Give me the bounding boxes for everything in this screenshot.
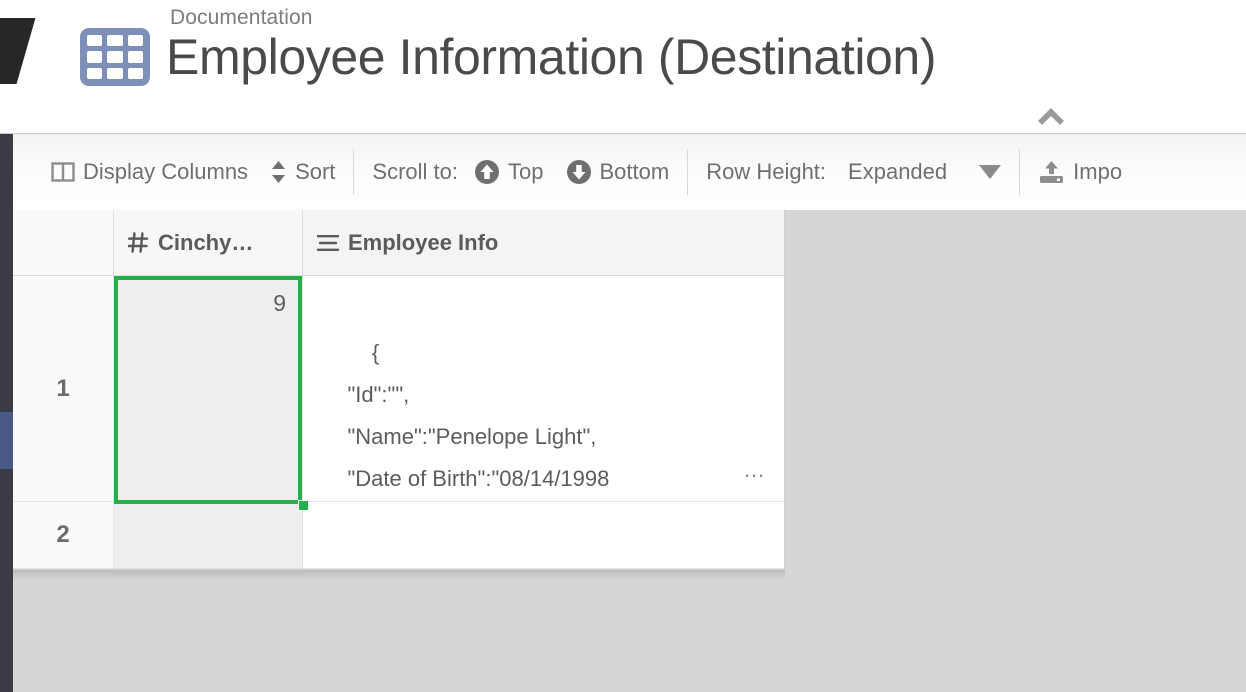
grid-toolbar: Display Columns Sort Scroll to: Top Bott… [13,134,1246,210]
left-sidebar-rail[interactable] [0,134,13,692]
toolbar-divider-3 [1019,149,1021,195]
sort-updown-icon [270,160,287,184]
import-button[interactable]: Impo [1038,159,1122,185]
sort-button[interactable]: Sort [270,159,335,185]
sidebar-active-item[interactable] [0,412,13,469]
grid-header-cinchy-id[interactable]: Cinchy… [114,210,303,275]
breadcrumb[interactable]: Documentation [170,6,313,30]
scroll-to-label: Scroll to: [372,159,459,184]
display-columns-label: Display Columns [83,159,249,184]
scroll-bottom-button[interactable]: Bottom [566,159,670,185]
chevron-down-icon [979,165,1002,179]
row-height-label: Row Height: [706,159,827,184]
text-lines-icon [317,234,339,252]
grid-header-cinchy-id-label: Cinchy… [158,229,254,255]
data-grid: Cinchy… Employee Info 1 9 { "Id":"", "Na… [13,210,785,570]
grid-header-employee-info[interactable]: Employee Info [303,210,784,275]
page-title: Employee Information (Destination) [166,29,937,85]
app-logo-icon[interactable] [0,18,36,84]
row-height-select[interactable]: Expanded [848,159,1002,185]
cell-employee-info[interactable] [303,502,784,569]
upload-icon [1038,159,1065,185]
columns-icon [51,161,75,183]
row-number: 2 [13,502,114,569]
row-number: 1 [13,276,114,502]
grid-bottom-shadow [13,570,785,580]
chevron-up-icon[interactable] [1035,104,1067,126]
scroll-top-button[interactable]: Top [474,159,544,185]
cell-employee-info-text: { "Id":"", "Name":"Penelope Light", "Dat… [347,340,610,491]
app-root: Documentation Employee Information (Dest… [0,0,1246,692]
hash-icon [128,232,149,253]
row-height-value: Expanded [848,159,948,184]
cell-employee-info[interactable]: { "Id":"", "Name":"Penelope Light", "Dat… [303,276,784,502]
cell-overflow-indicator[interactable]: … [743,449,767,491]
sort-label: Sort [295,159,336,184]
table-icon [80,28,150,86]
display-columns-button[interactable]: Display Columns [51,159,248,185]
grid-header-row: Cinchy… Employee Info [13,210,784,276]
grid-header-corner [13,210,114,275]
arrow-up-circle-icon [474,159,500,185]
arrow-down-circle-icon [566,159,592,185]
cell-cinchy-id[interactable]: 9 [114,276,303,502]
cell-cinchy-id[interactable] [114,502,303,569]
toolbar-divider-2 [687,149,689,195]
import-label: Impo [1073,159,1123,184]
page-header: Documentation Employee Information (Dest… [0,0,1246,134]
table-row: 2 [13,502,784,569]
scroll-top-label: Top [508,159,544,184]
fill-handle[interactable] [298,500,309,511]
grid-header-employee-info-label: Employee Info [348,229,499,255]
table-row: 1 9 { "Id":"", "Name":"Penelope Light", … [13,276,784,502]
toolbar-divider-1 [353,149,355,195]
scroll-bottom-label: Bottom [599,159,670,184]
